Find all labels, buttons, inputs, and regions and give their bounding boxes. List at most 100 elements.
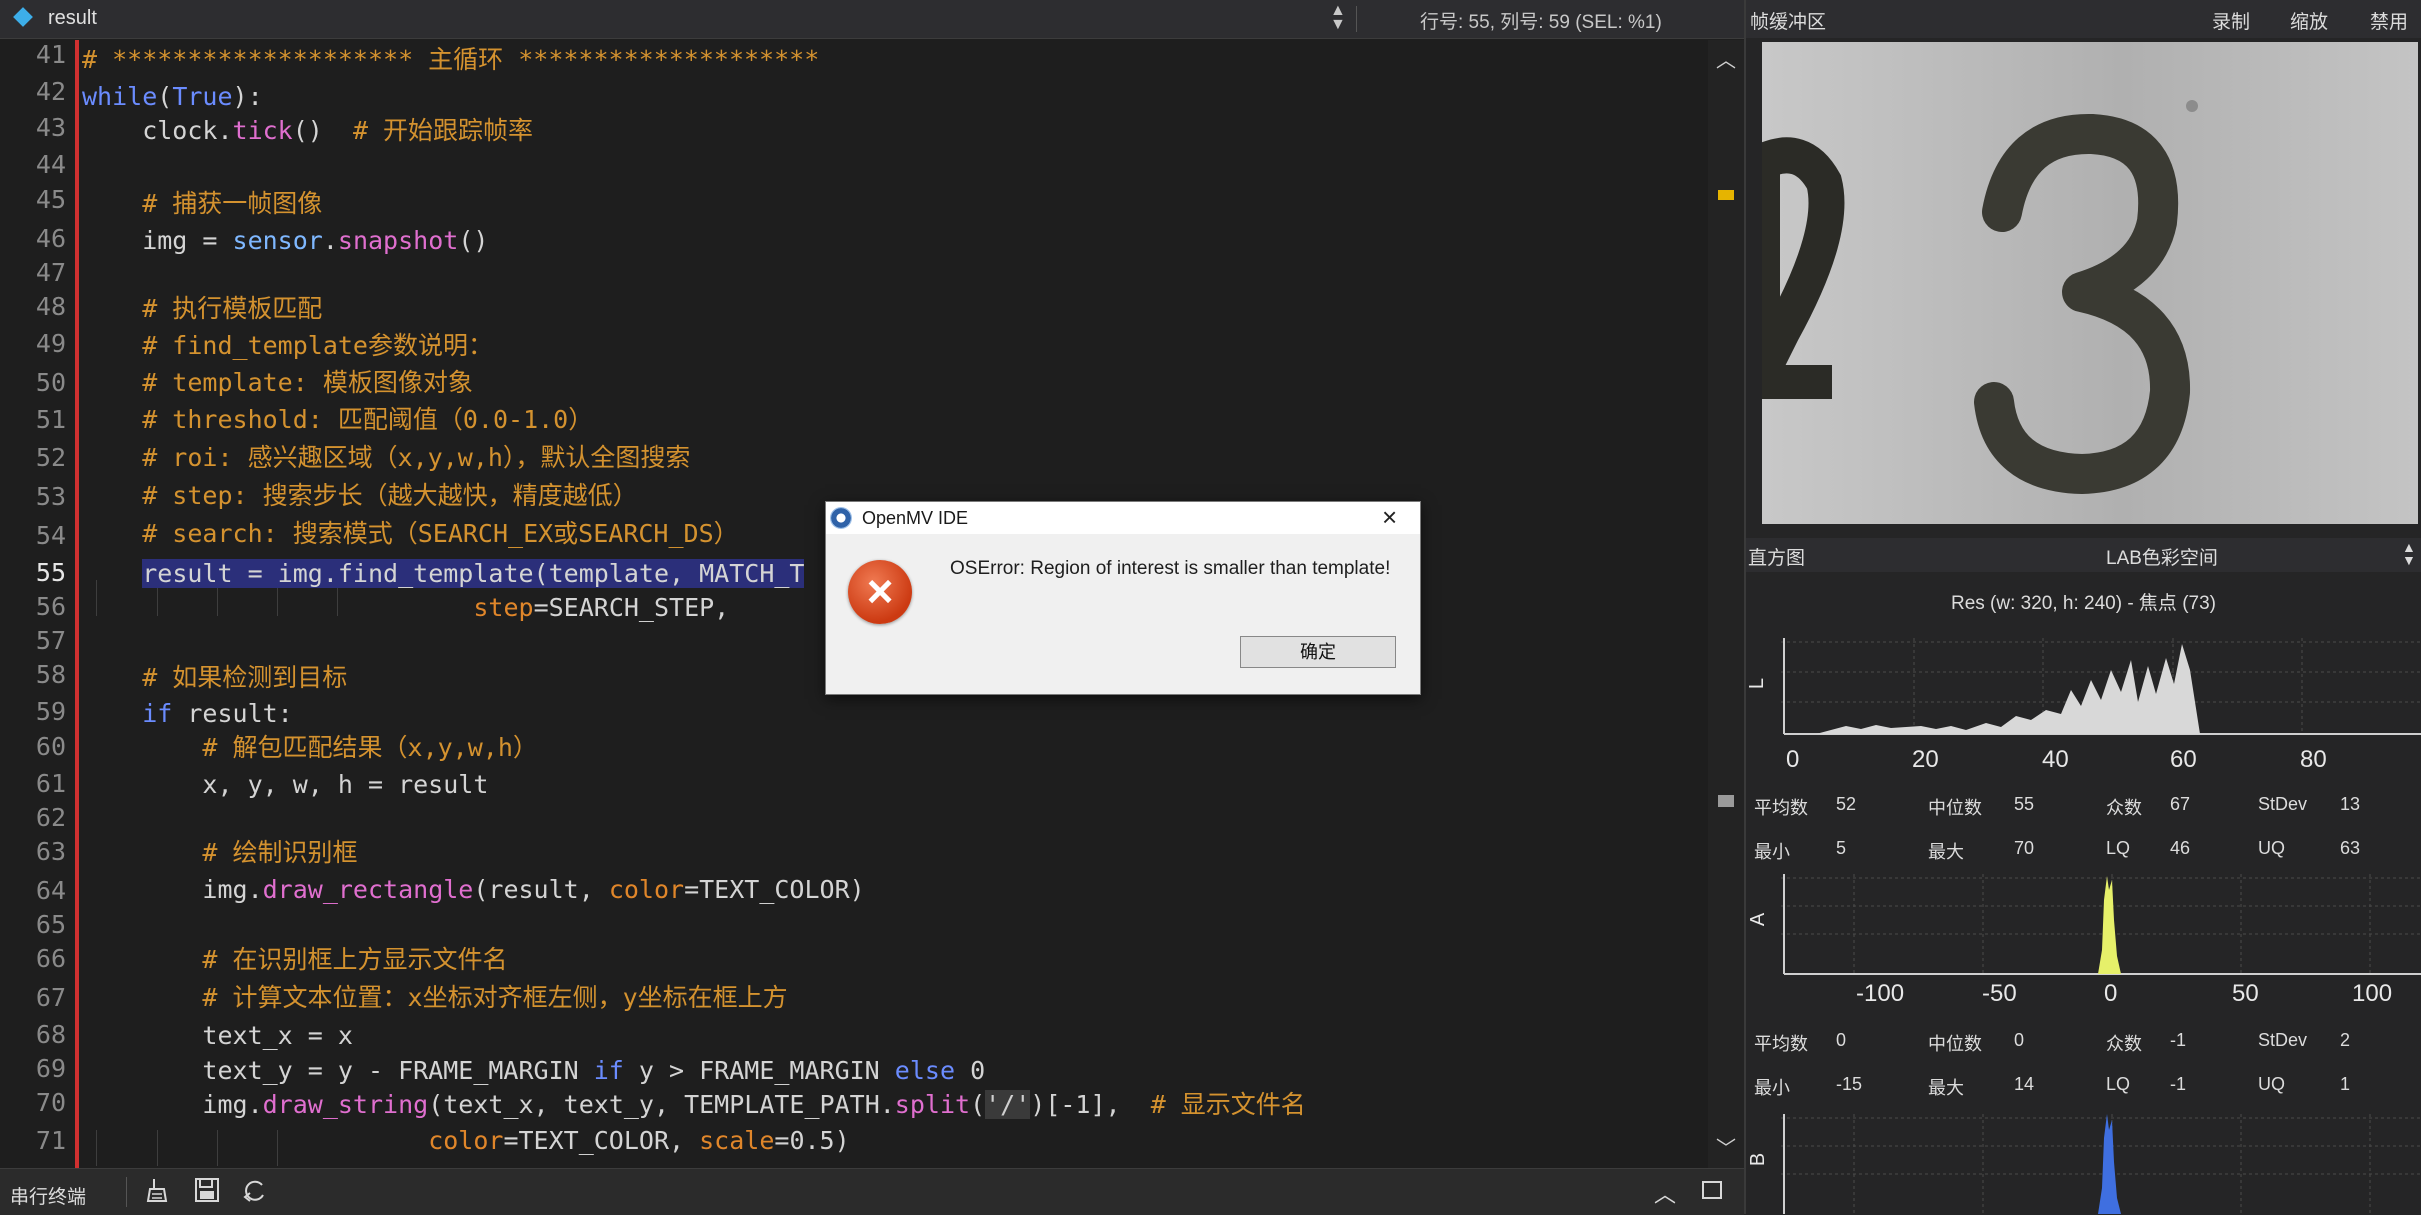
- right-panel: 帧缓冲区 录制 缩放 禁用 直方图 LAB色彩空间 ▲ ▼ Res (w: 320…: [1746, 0, 2421, 1214]
- comment: # 显示文件名: [1150, 1090, 1306, 1119]
- line-number: 64: [35, 876, 66, 905]
- scroll-up-icon[interactable]: ︿: [1716, 44, 1736, 73]
- code-line: # 在识别框上方显示文件名: [82, 945, 508, 974]
- code-line: img = sensor.snapshot(): [82, 223, 488, 259]
- line-number: 51: [35, 404, 66, 434]
- line-number: 63: [35, 837, 66, 867]
- stat-value: 55: [2014, 794, 2035, 814]
- line-number: 61: [35, 769, 66, 799]
- vertical-scrollbar[interactable]: ︿ ﹀: [1708, 40, 1744, 1168]
- function-name: split: [894, 1090, 971, 1119]
- stat-value: 5: [1836, 838, 1847, 858]
- scroll-marker: [1718, 190, 1734, 200]
- stat-value: 70: [2014, 838, 2035, 858]
- code-token: )[-1],: [1030, 1090, 1151, 1119]
- line-number: 54: [35, 520, 66, 550]
- line-number: 68: [35, 1019, 66, 1049]
- file-tab[interactable]: result: [48, 7, 97, 30]
- zoom-button[interactable]: 缩放: [2290, 7, 2328, 34]
- panel-icon[interactable]: [1702, 1181, 1722, 1199]
- stat-label: 众数: [2106, 1034, 2142, 1054]
- parameter-name: step: [473, 593, 534, 622]
- code-token: img =: [82, 226, 233, 255]
- code-line: img.draw_string(text_x, text_y, TEMPLATE…: [82, 1087, 1306, 1123]
- scroll-down-icon[interactable]: ﹀: [1716, 1132, 1736, 1161]
- line-number: 65: [35, 910, 66, 939]
- stat-label: StDev: [2258, 1030, 2308, 1050]
- function-name: draw_string: [262, 1090, 429, 1119]
- parameter-name: scale: [699, 1126, 775, 1155]
- serial-terminal-label[interactable]: 串行终端: [10, 1182, 86, 1209]
- record-button[interactable]: 录制: [2212, 7, 2250, 34]
- rotate-icon[interactable]: [242, 1177, 268, 1210]
- code-line: # search: 搜索模式（SEARCH_EX或SEARCH_DS）: [82, 519, 739, 548]
- line-number: 42: [35, 77, 66, 107]
- line-number: 70: [35, 1087, 66, 1117]
- divider: [1356, 6, 1357, 32]
- status-bar: 串行终端 ︿: [0, 1168, 1744, 1215]
- stat-label: LQ: [2106, 1074, 2131, 1094]
- code-line: if result:: [82, 696, 293, 732]
- tab-switch-arrows-icon[interactable]: ▲ ▼: [1330, 3, 1346, 33]
- clear-icon[interactable]: [146, 1177, 172, 1210]
- disable-button[interactable]: 禁用: [2370, 7, 2408, 34]
- code-line: color=TEXT_COLOR, scale=0.5): [82, 1123, 849, 1159]
- stat-label: 最大: [1928, 1078, 1964, 1098]
- code-token: =SEARCH_STEP,: [533, 593, 730, 622]
- openmv-logo-icon: [830, 507, 852, 529]
- code-token: (result,: [473, 875, 609, 904]
- code-line: step=SEARCH_STEP,: [82, 590, 729, 626]
- stat-label: 最小: [1754, 1078, 1790, 1098]
- stat-value: 52: [1836, 794, 1857, 814]
- parameter-name: color: [428, 1126, 504, 1155]
- parameter-name: color: [608, 875, 685, 904]
- scroll-thumb[interactable]: [1718, 795, 1734, 807]
- line-number: 71: [35, 1126, 66, 1156]
- code-token: y > FRAME_MARGIN: [623, 1056, 895, 1085]
- save-icon[interactable]: [194, 1177, 220, 1210]
- chevron-up-icon[interactable]: ︿: [1654, 1177, 1676, 1209]
- stat-value: 67: [2170, 794, 2191, 814]
- stat-value: 14: [2014, 1074, 2035, 1094]
- tick-label: 80: [2300, 746, 2327, 773]
- stat-label: StDev: [2258, 794, 2308, 814]
- line-number: 49: [35, 329, 66, 359]
- code-line: img.draw_rectangle(result, color=TEXT_CO…: [82, 872, 865, 908]
- ok-button[interactable]: 确定: [1240, 636, 1396, 668]
- selected-text: result = img.find_template(template, MAT…: [142, 559, 805, 588]
- code-line: # find_template参数说明：: [82, 331, 493, 360]
- comment: # 开始跟踪帧率: [352, 116, 534, 145]
- code-line: # 捕获一帧图像: [82, 189, 323, 218]
- code-token: .: [322, 226, 338, 255]
- code-token: =TEXT_COLOR,: [503, 1126, 700, 1155]
- code-token: =TEXT_COLOR): [684, 875, 865, 904]
- tick-label: -100: [1856, 980, 1905, 1007]
- line-number: 58: [35, 659, 66, 689]
- stat-label: 中位数: [1928, 1034, 1982, 1054]
- code-line: # 执行模板匹配: [82, 294, 323, 323]
- framebuffer-image: [1762, 42, 2418, 524]
- keyword: if: [593, 1056, 624, 1085]
- tick-label: 0: [2104, 980, 2118, 1007]
- code-token: (text_x, text_y, TEMPLATE_PATH.: [428, 1090, 895, 1119]
- close-icon[interactable]: ×: [1382, 502, 1397, 533]
- divider: [126, 1177, 127, 1207]
- function-name: snapshot: [337, 226, 459, 255]
- code-line: clock.tick() # 开始跟踪帧率: [82, 113, 533, 149]
- line-number: 47: [35, 258, 66, 287]
- code-line: # threshold: 匹配阈值（0.0-1.0）: [82, 405, 594, 434]
- code-line: # template: 模板图像对象: [82, 368, 473, 397]
- tick-label: -50: [1982, 980, 2017, 1007]
- colorspace-select[interactable]: LAB色彩空间: [2106, 543, 2218, 570]
- code-line: text_y = y - FRAME_MARGIN if y > FRAME_M…: [82, 1053, 985, 1089]
- stat-label: 中位数: [1928, 798, 1982, 818]
- stat-label: 平均数: [1754, 1034, 1808, 1054]
- error-icon: ×: [848, 560, 912, 624]
- code-token: ):: [232, 82, 263, 111]
- stat-value: -1: [2170, 1074, 2187, 1094]
- select-arrows-icon[interactable]: ▲ ▼: [2402, 540, 2416, 567]
- stat-value: 1: [2340, 1074, 2351, 1094]
- stat-value: 63: [2340, 838, 2361, 858]
